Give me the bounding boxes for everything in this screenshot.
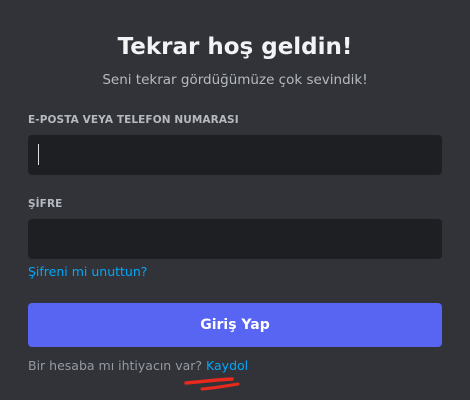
email-field[interactable] [28,135,442,175]
register-prompt: Bir hesaba mı ihtiyacın var? [28,358,203,373]
text-caret [38,144,39,165]
email-label: E-POSTA VEYA TELEFON NUMARASI [28,114,239,126]
login-button[interactable]: Giriş Yap [28,303,442,347]
page-title: Tekrar hoş geldin! [117,34,353,60]
forgot-password-link[interactable]: Şifreni mi unuttun? [28,264,147,280]
page-subtitle: Seni tekrar gördüğümüze çok sevindik! [102,72,368,88]
password-field[interactable] [28,219,442,259]
red-underline-annotation [184,377,240,391]
register-link[interactable]: Kaydol [206,358,248,373]
login-card: Tekrar hoş geldin! Seni tekrar gördüğümü… [0,0,470,400]
password-label: ŞİFRE [28,198,63,210]
